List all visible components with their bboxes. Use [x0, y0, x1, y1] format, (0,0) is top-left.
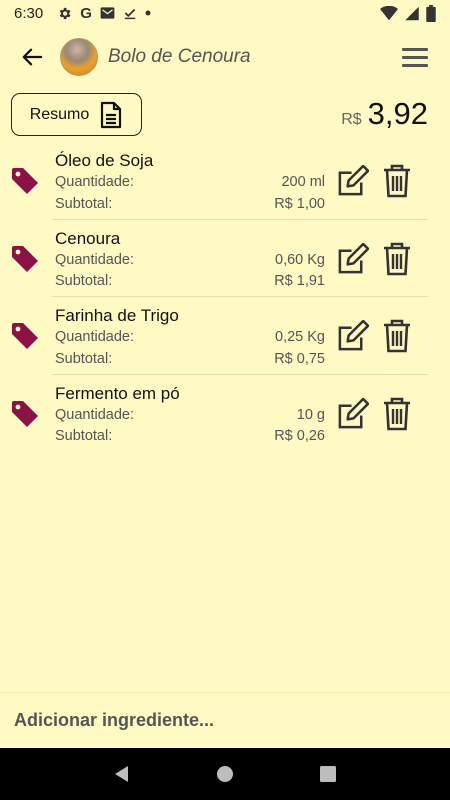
ingredient-name: Cenoura: [55, 228, 121, 248]
list-item[interactable]: Fermento em pó Quantidade: 10 g Subtotal…: [0, 375, 450, 453]
status-time: 6:30: [14, 4, 44, 22]
quantity-label: Quantidade:: [55, 329, 135, 345]
status-bar: 6:30 G: [0, 0, 450, 26]
tag-icon: [12, 245, 38, 272]
list-item[interactable]: Farinha de Trigo Quantidade: 0,25 Kg Sub…: [0, 297, 450, 375]
subtotal-value: R$ 0,75: [274, 350, 325, 367]
quantity-label: Quantidade:: [55, 174, 135, 190]
google-icon: G: [80, 4, 92, 22]
ingredient-list: Óleo de Soja Quantidade: 200 ml Subtotal…: [0, 142, 450, 452]
triangle-back-icon: [114, 766, 128, 782]
battery-icon: [426, 4, 436, 22]
system-nav-bar: [0, 748, 450, 800]
quantity-value: 10 g: [296, 406, 325, 423]
subtotal-label: Subtotal:: [55, 273, 113, 289]
quantity-label: Quantidade:: [55, 251, 135, 268]
nav-back-button[interactable]: [102, 754, 142, 794]
quantity-value: 0,25 Kg: [275, 329, 325, 345]
trash-icon[interactable]: [383, 164, 411, 198]
check-download-icon: [123, 6, 137, 20]
signal-icon: [404, 6, 420, 21]
tag-icon: [12, 400, 38, 427]
subtotal-label: Subtotal:: [55, 350, 113, 367]
add-ingredient-bar: [0, 692, 450, 748]
menu-button[interactable]: [402, 41, 434, 73]
quantity-label: Quantidade:: [55, 406, 135, 423]
edit-icon[interactable]: [336, 320, 369, 353]
total-cost: R$ 3,92: [341, 96, 428, 132]
ingredient-name: Fermento em pó: [55, 383, 180, 403]
subtotal-value: R$ 1,00: [274, 195, 325, 212]
circle-home-icon: [216, 766, 233, 782]
app-bar: Bolo de Cenoura: [0, 26, 450, 88]
summary-button[interactable]: Resumo: [11, 93, 142, 136]
nav-recents-button[interactable]: [308, 754, 348, 794]
edit-icon[interactable]: [336, 397, 369, 431]
tag-icon: [12, 323, 38, 349]
quantity-value: 200 ml: [281, 174, 325, 190]
edit-icon[interactable]: [336, 242, 369, 276]
mail-icon: [100, 6, 115, 20]
list-item[interactable]: Cenoura Quantidade: 0,60 Kg Subtotal: R$…: [0, 220, 450, 297]
list-item[interactable]: Óleo de Soja Quantidade: 200 ml Subtotal…: [0, 142, 450, 220]
quantity-value: 0,60 Kg: [275, 251, 325, 268]
status-right: [380, 4, 436, 22]
subtotal-value: R$ 0,26: [274, 428, 325, 444]
dot-icon: [145, 10, 151, 16]
trash-icon[interactable]: [383, 242, 411, 276]
subtotal-value: R$ 1,91: [274, 273, 325, 289]
summary-button-label: Resumo: [29, 105, 90, 123]
arrow-left-icon: [22, 48, 43, 66]
gear-icon: [57, 6, 72, 21]
trash-icon[interactable]: [383, 319, 411, 353]
trash-icon[interactable]: [383, 397, 411, 431]
tag-icon: [12, 168, 38, 194]
square-recents-icon: [320, 766, 337, 782]
subtotal-label: Subtotal:: [55, 195, 113, 212]
ingredient-name: Óleo de Soja: [55, 151, 154, 170]
page-title: Bolo de Cenoura: [108, 46, 251, 67]
ingredient-name: Farinha de Trigo: [55, 306, 179, 325]
subtotal-label: Subtotal:: [55, 428, 113, 444]
nav-home-button[interactable]: [205, 754, 245, 794]
add-ingredient-input[interactable]: [14, 710, 436, 731]
wifi-icon: [380, 5, 398, 21]
back-button[interactable]: [16, 41, 48, 73]
total-value: 3,92: [367, 96, 428, 131]
status-left: 6:30 G: [14, 5, 151, 22]
edit-icon[interactable]: [336, 165, 369, 198]
recipe-avatar[interactable]: [60, 38, 98, 76]
total-currency: R$: [341, 111, 362, 128]
document-icon: [101, 101, 122, 128]
hamburger-menu-icon: [402, 47, 428, 51]
